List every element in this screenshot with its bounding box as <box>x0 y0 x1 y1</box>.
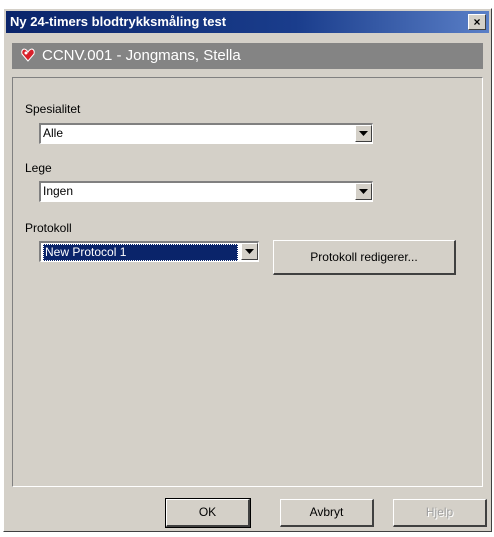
spesialitet-label: Spesialitet <box>25 102 81 116</box>
patient-name: CCNV.001 - Jongmans, Stella <box>42 47 241 64</box>
patient-bar: CCNV.001 - Jongmans, Stella <box>12 43 483 69</box>
title-bar[interactable]: Ny 24-timers blodtrykksmåling test × <box>6 11 489 33</box>
cancel-button[interactable]: Avbryt <box>280 499 374 527</box>
chevron-down-icon <box>245 249 254 254</box>
spesialitet-select[interactable]: Alle <box>39 123 373 144</box>
chevron-down-icon <box>359 189 368 194</box>
close-button[interactable]: × <box>468 14 486 30</box>
spesialitet-dropdown-button[interactable] <box>355 125 372 142</box>
form-panel: Spesialitet Alle Lege Ingen Protokoll Ne… <box>12 77 483 487</box>
window-title: Ny 24-timers blodtrykksmåling test <box>10 14 227 29</box>
help-button[interactable]: Hjelp <box>393 499 487 527</box>
lege-select[interactable]: Ingen <box>39 181 373 202</box>
protokoll-label: Protokoll <box>25 221 72 235</box>
chevron-down-icon <box>359 131 368 136</box>
protokoll-dropdown-button[interactable] <box>241 243 258 260</box>
protokoll-edit-button[interactable]: Protokoll redigerer... <box>273 240 456 275</box>
patient-icon <box>21 48 35 62</box>
protokoll-value: New Protocol 1 <box>43 244 238 261</box>
lege-value: Ingen <box>43 184 74 198</box>
ok-button[interactable]: OK <box>165 498 251 528</box>
dialog-window: Ny 24-timers blodtrykksmåling test × CCN… <box>3 8 492 532</box>
spesialitet-value: Alle <box>43 126 64 140</box>
protokoll-select[interactable]: New Protocol 1 <box>39 241 259 262</box>
lege-label: Lege <box>25 161 52 175</box>
lege-dropdown-button[interactable] <box>355 183 372 200</box>
